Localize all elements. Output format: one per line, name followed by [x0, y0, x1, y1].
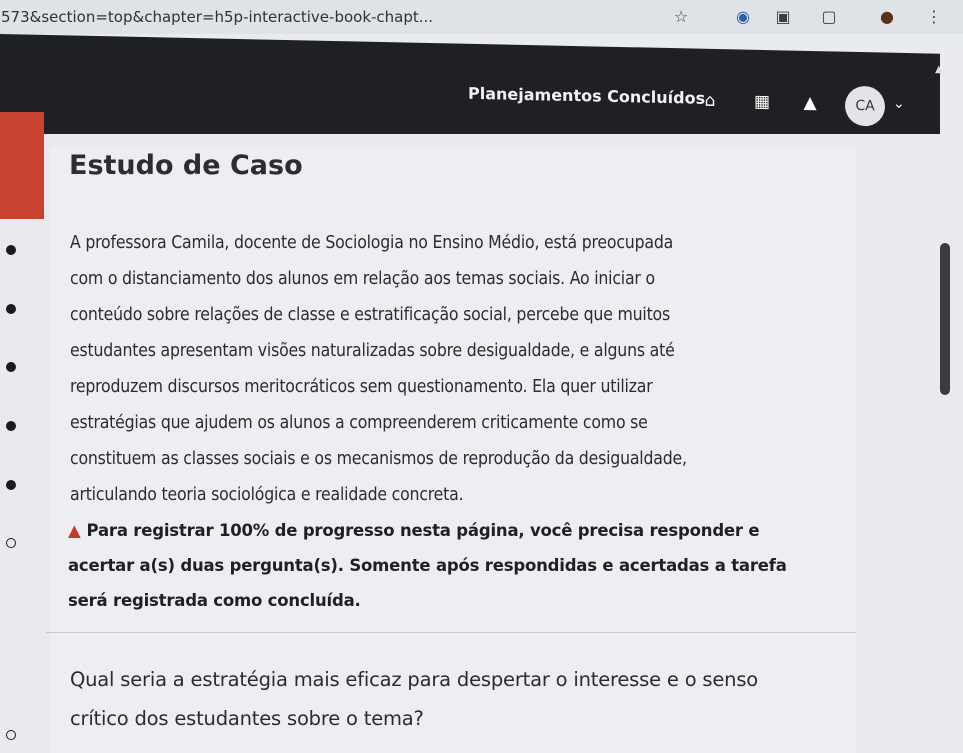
siren-icon: ▲	[68, 521, 81, 540]
menu-icon[interactable]: ⋮	[925, 8, 943, 26]
notice-line: será registrada como concluída.	[68, 591, 361, 610]
home-icon[interactable]: ⌂	[700, 91, 720, 111]
paragraph-line: A professora Camila, docente de Sociolog…	[70, 233, 674, 253]
chevron-down-icon[interactable]: ⌄	[893, 96, 905, 112]
avatar[interactable]: CA	[845, 85, 885, 127]
page-title: Estudo de Caso	[69, 150, 303, 181]
notice-line: ▲ Para registrar 100% de progresso nesta …	[68, 521, 760, 540]
profile-icon[interactable]: ●	[878, 8, 896, 26]
page-nav-dot-empty[interactable]	[6, 538, 16, 548]
page-nav-dot[interactable]	[6, 362, 16, 372]
paragraph-line: constituem as classes sociais e os mecan…	[70, 449, 687, 469]
page-nav-dot[interactable]	[6, 304, 16, 314]
scrollbar[interactable]	[940, 243, 950, 395]
scroll-up-icon[interactable]: ▲	[935, 64, 943, 75]
address-bar[interactable]: …573&section=top&chapter=h5p-interactive…	[0, 4, 670, 30]
tab-icon[interactable]: ▢	[820, 8, 838, 26]
browser-toolbar: …573&section=top&chapter=h5p-interactive…	[0, 0, 963, 34]
paragraph-line: articulando teoria sociológica e realida…	[70, 485, 464, 505]
paragraph-line: conteúdo sobre relações de classe e estr…	[70, 305, 670, 325]
divider	[46, 632, 856, 633]
paragraph-line: estratégias que ajudem os alunos a compr…	[70, 413, 648, 433]
case-study-text: A professora Camila, docente de Sociolog…	[70, 225, 850, 513]
header-title[interactable]: Planejamentos Concluídos	[468, 84, 705, 108]
chapter-marker	[0, 112, 44, 219]
page-nav-dot[interactable]	[6, 421, 16, 431]
page-nav-dot[interactable]	[6, 245, 16, 255]
paragraph-line: reproduzem discursos meritocráticos sem …	[70, 377, 653, 397]
extension-icon[interactable]: ◉	[734, 8, 752, 26]
paragraph-line: estudantes apresentam visões naturalizad…	[70, 341, 675, 361]
question-text: Qual seria a estratégia mais eficaz para…	[70, 660, 860, 738]
page-nav-dot[interactable]	[6, 480, 16, 490]
puzzle-icon[interactable]: ▣	[774, 8, 792, 26]
notice-line: acertar a(s) duas pergunta(s). Somente a…	[68, 556, 787, 575]
progress-notice: ▲ Para registrar 100% de progresso nesta …	[68, 513, 848, 618]
question-line: crítico dos estudantes sobre o tema?	[70, 707, 424, 730]
bell-icon[interactable]: ▲	[800, 93, 820, 113]
star-icon[interactable]: ☆	[672, 8, 690, 26]
paragraph-line: com o distanciamento dos alunos em relaç…	[70, 269, 655, 289]
page-nav-dot-empty[interactable]	[6, 730, 16, 740]
calendar-icon[interactable]: ▦	[752, 92, 772, 112]
question-line: Qual seria a estratégia mais eficaz para…	[70, 668, 759, 691]
